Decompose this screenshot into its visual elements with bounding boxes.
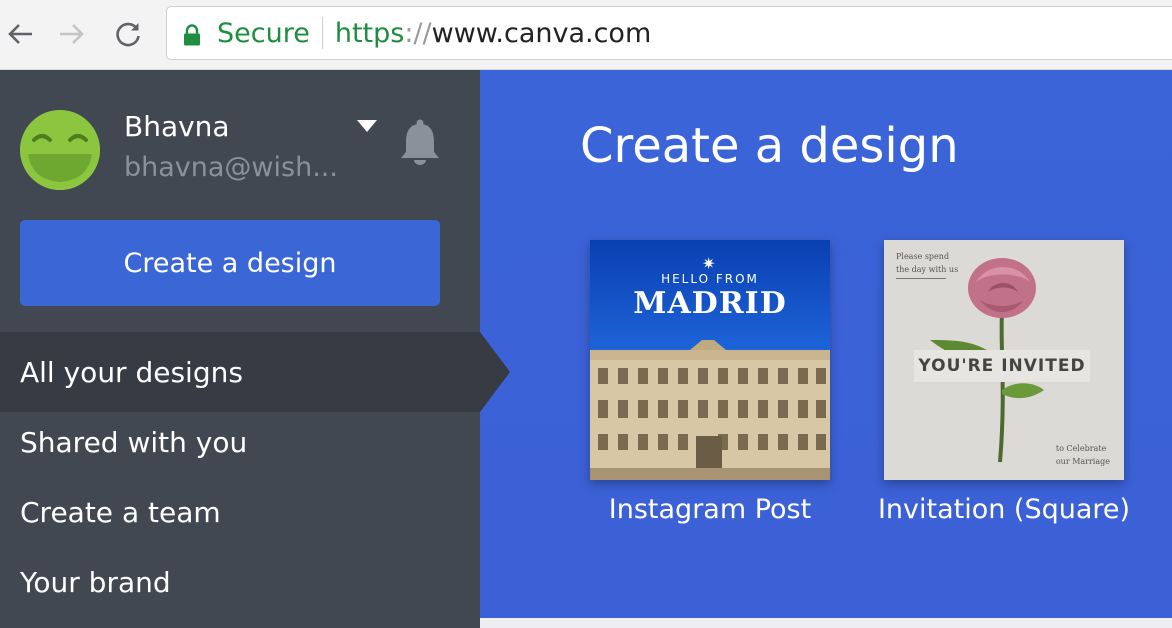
- card-label[interactable]: Invitation (Square): [854, 494, 1154, 525]
- sidebar-item-all-your-designs[interactable]: All your designs: [0, 332, 480, 412]
- thumbnail-bottom-text: to Celebrate our Marriage: [1056, 442, 1110, 468]
- invitation-headline: YOU'RE INVITED: [914, 350, 1090, 382]
- sidebar-item-your-brand[interactable]: Your brand: [0, 542, 480, 622]
- thumbnail-bottom-line-1: to Celebrate: [1055, 444, 1107, 453]
- sidebar-item-label: Shared with you: [20, 425, 248, 459]
- star-icon: ✷: [702, 254, 716, 273]
- create-design-button[interactable]: Create a design: [20, 220, 440, 306]
- sidebar: Bhavna bhavna@wish... Create a design Al…: [0, 70, 480, 628]
- palace-illustration: [590, 340, 830, 480]
- url-separator: ://: [404, 17, 432, 49]
- forward-arrow-icon: [60, 24, 84, 44]
- url-scheme: https: [334, 17, 405, 49]
- secure-label: Secure: [217, 17, 310, 49]
- main-panel: Create a design ✷ HELLO FROM MADRID Inst…: [480, 70, 1172, 618]
- caret-down-icon[interactable]: [357, 120, 377, 132]
- forward-button[interactable]: [52, 14, 92, 54]
- smiley-avatar-icon: [20, 110, 100, 190]
- address-separator: [321, 17, 323, 49]
- sidebar-item-label: All your designs: [20, 355, 243, 389]
- reload-button[interactable]: [108, 14, 148, 54]
- back-arrow-icon: [8, 24, 32, 44]
- sidebar-item-create-a-team[interactable]: Create a team: [0, 472, 480, 552]
- thumbnail-title: MADRID: [633, 286, 787, 321]
- url-host: www.canva.com: [431, 17, 652, 49]
- active-item-pointer: [480, 332, 510, 412]
- lock-icon: [183, 20, 205, 46]
- user-email: bhavna@wish...: [124, 152, 338, 183]
- card-label[interactable]: Instagram Post: [560, 494, 860, 525]
- bottom-strip: [480, 618, 1172, 628]
- design-card-instagram-post[interactable]: ✷ HELLO FROM MADRID Instagram Post: [590, 240, 830, 525]
- thumbnail-subtitle: HELLO FROM: [661, 272, 759, 286]
- address-bar[interactable]: Secure https://www.canva.com: [166, 6, 1172, 60]
- page-title: Create a design: [580, 118, 959, 174]
- back-button[interactable]: [0, 14, 40, 54]
- invitation-thumbnail[interactable]: Please spend the day with us YOU'RE INVI…: [884, 240, 1124, 480]
- bell-icon[interactable]: [398, 118, 442, 166]
- reload-icon: [116, 22, 140, 47]
- sidebar-item-label: Your brand: [20, 565, 171, 599]
- avatar[interactable]: [20, 110, 100, 190]
- sidebar-item-label: Create a team: [20, 495, 221, 529]
- thumbnail-bottom-line-2: our Marriage: [1055, 457, 1110, 466]
- user-name: Bhavna: [124, 110, 230, 143]
- sidebar-item-shared-with-you[interactable]: Shared with you: [0, 402, 480, 482]
- instagram-post-thumbnail[interactable]: ✷ HELLO FROM MADRID: [590, 240, 830, 480]
- design-card-invitation-square[interactable]: Please spend the day with us YOU'RE INVI…: [878, 240, 1130, 525]
- browser-toolbar: Secure https://www.canva.com: [0, 0, 1172, 70]
